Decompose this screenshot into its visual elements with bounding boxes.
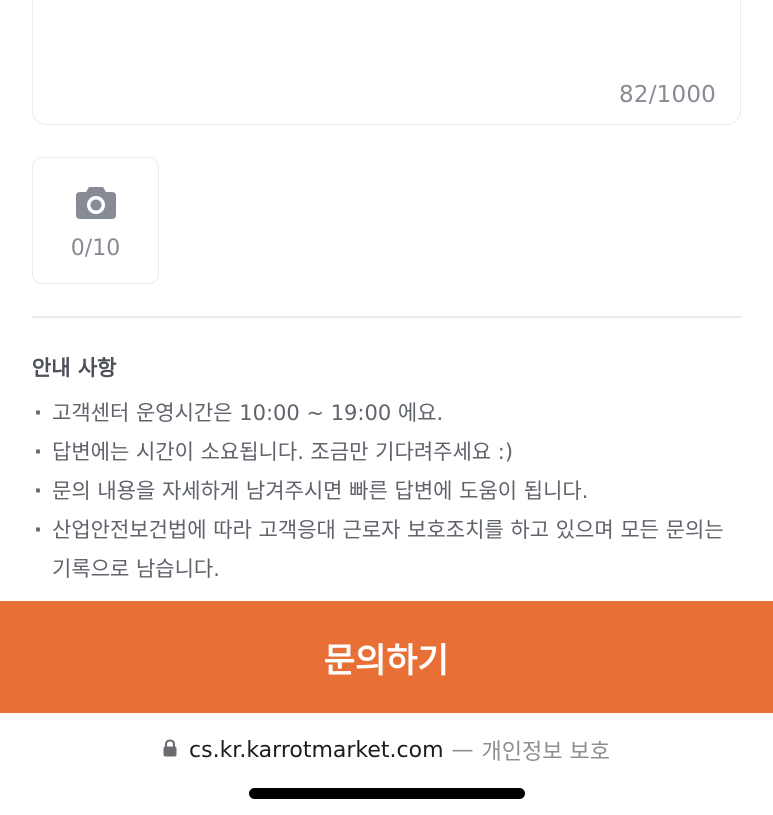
notice-title: 안내 사항 [32,356,117,380]
notice-item: 문의 내용을 자세하게 남겨주시면 빠른 답변에 도움이 됩니다. [32,472,732,511]
notice-item: 산업안전보건법에 따라 고객응대 근로자 보호조치를 하고 있으며 모든 문의는… [32,511,732,589]
privacy-label: 개인정보 보호 [481,740,610,765]
char-count: 82/1000 [619,82,716,108]
lock-icon [163,738,189,763]
submit-inquiry-button[interactable]: 문의하기 [0,601,773,713]
notice-item: 고객센터 운영시간은 10:00 ~ 19:00 에요. [32,394,732,433]
section-divider [32,316,741,318]
photo-count: 0/10 [70,236,121,261]
home-indicator[interactable] [249,788,525,799]
notice-item: 답변에는 시간이 소요됩니다. 조금만 기다려주세요 :) [32,433,732,472]
add-photo-button[interactable]: 0/10 [32,157,159,284]
camera-icon [75,180,117,224]
browser-url-bar[interactable]: cs.kr.karrotmarket.com — 개인정보 보호 [0,730,773,770]
url-text: cs.kr.karrotmarket.com [189,737,444,763]
inquiry-textarea[interactable]: 82/1000 [32,0,741,125]
notice-list: 고객센터 운영시간은 10:00 ~ 19:00 에요. 답변에는 시간이 소요… [32,394,732,589]
inquiry-page: 82/1000 0/10 안내 사항 고객센터 운영시간은 10:00 ~ 19… [0,0,773,815]
url-separator: — [451,737,474,763]
